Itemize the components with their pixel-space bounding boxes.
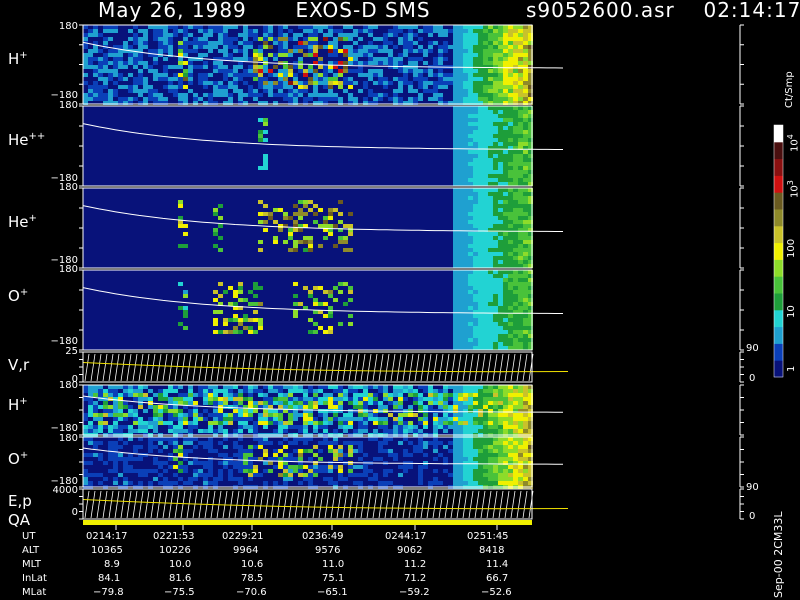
ytick-o-plus-2-max: 180 (58, 433, 78, 444)
qa-bar (83, 520, 532, 525)
orbit-alt-1: 10226 (159, 545, 191, 556)
orbit-label-inlat: InLat (22, 573, 47, 584)
orbit-inlat-0: 84.1 (98, 573, 121, 584)
panel-label-o-plus-2: O+ (8, 450, 29, 468)
ytick-vr-max: 25 (65, 346, 78, 357)
panel-label-qa: QA (8, 511, 31, 529)
footer-vertical-id: Sep-00 2CM33L (772, 511, 785, 599)
orbit-inlat-1: 81.6 (169, 573, 192, 584)
colorbar-tick-10000: 104 (786, 134, 800, 152)
rtick-vr-90: 90 (746, 343, 759, 354)
spectrogram-canvas (79, 24, 784, 530)
orbit-inlat-2: 78.5 (241, 573, 264, 584)
colorbar-cell-11 (774, 175, 783, 193)
ytick-he-plus-max: 180 (58, 182, 78, 193)
orbit-mlt-4: 11.2 (404, 559, 427, 570)
colorbar-tick-10: 10 (786, 305, 797, 318)
rtick-vr-0: 0 (749, 373, 756, 384)
orbit-ut-2: 0229:21 (222, 531, 264, 542)
orbit-ut-1: 0221:53 (153, 531, 195, 542)
orbit-alt-0: 10365 (91, 545, 123, 556)
colorbar-cell-14 (774, 125, 783, 143)
orbit-ut-0: 0214:17 (86, 531, 128, 542)
orbit-inlat-5: 66.7 (486, 573, 509, 584)
orbit-mlat-5: −52.6 (481, 587, 512, 598)
colorbar-cell-2 (774, 326, 783, 344)
panel-label-h-plus: H+ (8, 50, 28, 68)
orbit-alt-2: 9964 (233, 545, 259, 556)
ytick-ep-max: 4000 (52, 485, 78, 496)
colorbar-cell-7 (774, 242, 783, 260)
colorbar-cell-9 (774, 209, 783, 227)
colorbar-cell-8 (774, 225, 783, 244)
colorbar-cell-5 (774, 276, 783, 294)
orbit-mlt-2: 10.6 (241, 559, 264, 570)
orbit-alt-4: 9062 (397, 545, 423, 556)
orbit-label-mlat: MLat (22, 587, 47, 598)
colorbar-cell-10 (774, 192, 783, 210)
ytick-h-plus-2-max: 180 (58, 380, 78, 391)
orbit-label-ut: UT (22, 531, 36, 542)
ytick-he-plus-plus-max: 180 (58, 100, 78, 111)
colorbar-cell-4 (774, 293, 783, 311)
colorbar-cell-0 (774, 360, 783, 378)
panel-label-o-plus: O+ (8, 287, 29, 305)
orbit-label-mlt: MLT (22, 559, 41, 570)
rtick-ep-90: 90 (746, 482, 759, 493)
orbit-inlat-3: 75.1 (322, 573, 345, 584)
orbit-ut-4: 0244:17 (385, 531, 427, 542)
colorbar-cell-1 (774, 343, 783, 361)
colorbar-tick-1000: 103 (786, 180, 800, 198)
colorbar-cell-6 (774, 259, 783, 277)
colorbar-label: Ct/Smp (784, 71, 795, 108)
orbit-mlt-5: 11.4 (486, 559, 509, 570)
panel-label-vr: V,r (8, 356, 30, 374)
ytick-ep-min: 0 (71, 507, 78, 518)
ytick-h-plus-max: 180 (58, 21, 78, 32)
sms-spectrogram-display: May 26, 1989 EXOS-D SMS s9052600.asr 02:… (0, 0, 800, 600)
orbit-inlat-4: 71.2 (404, 573, 427, 584)
colorbar-cell-13 (774, 141, 783, 160)
orbit-ut-3: 0236:49 (302, 531, 344, 542)
panel-label-he-plus: He+ (8, 213, 37, 231)
orbit-mlt-0: 8.9 (104, 559, 120, 570)
orbit-mlat-3: −65.1 (317, 587, 348, 598)
colorbar-tick-100: 100 (786, 238, 797, 258)
orbit-label-alt: ALT (22, 545, 40, 556)
panel-label-h-plus-2: H+ (8, 396, 28, 414)
orbit-mlt-1: 10.0 (169, 559, 192, 570)
ytick-o-plus-max: 180 (58, 264, 78, 275)
orbit-alt-5: 8418 (479, 545, 505, 556)
orbit-mlat-2: −70.6 (236, 587, 267, 598)
orbit-alt-3: 9576 (315, 545, 341, 556)
rtick-ep-0: 0 (749, 511, 756, 522)
colorbar-cell-3 (774, 309, 783, 328)
orbit-mlat-0: −79.8 (93, 587, 124, 598)
orbit-mlat-4: −59.2 (399, 587, 430, 598)
colorbar-tick-1: 1 (786, 365, 797, 372)
orbit-mlat-1: −75.5 (164, 587, 195, 598)
orbit-ut-5: 0251:45 (467, 531, 509, 542)
orbit-mlt-3: 11.0 (322, 559, 345, 570)
panel-label-ep: E,p (8, 492, 32, 510)
panel-label-he-plus-plus: He++ (8, 131, 46, 149)
colorbar-cell-12 (774, 158, 783, 176)
